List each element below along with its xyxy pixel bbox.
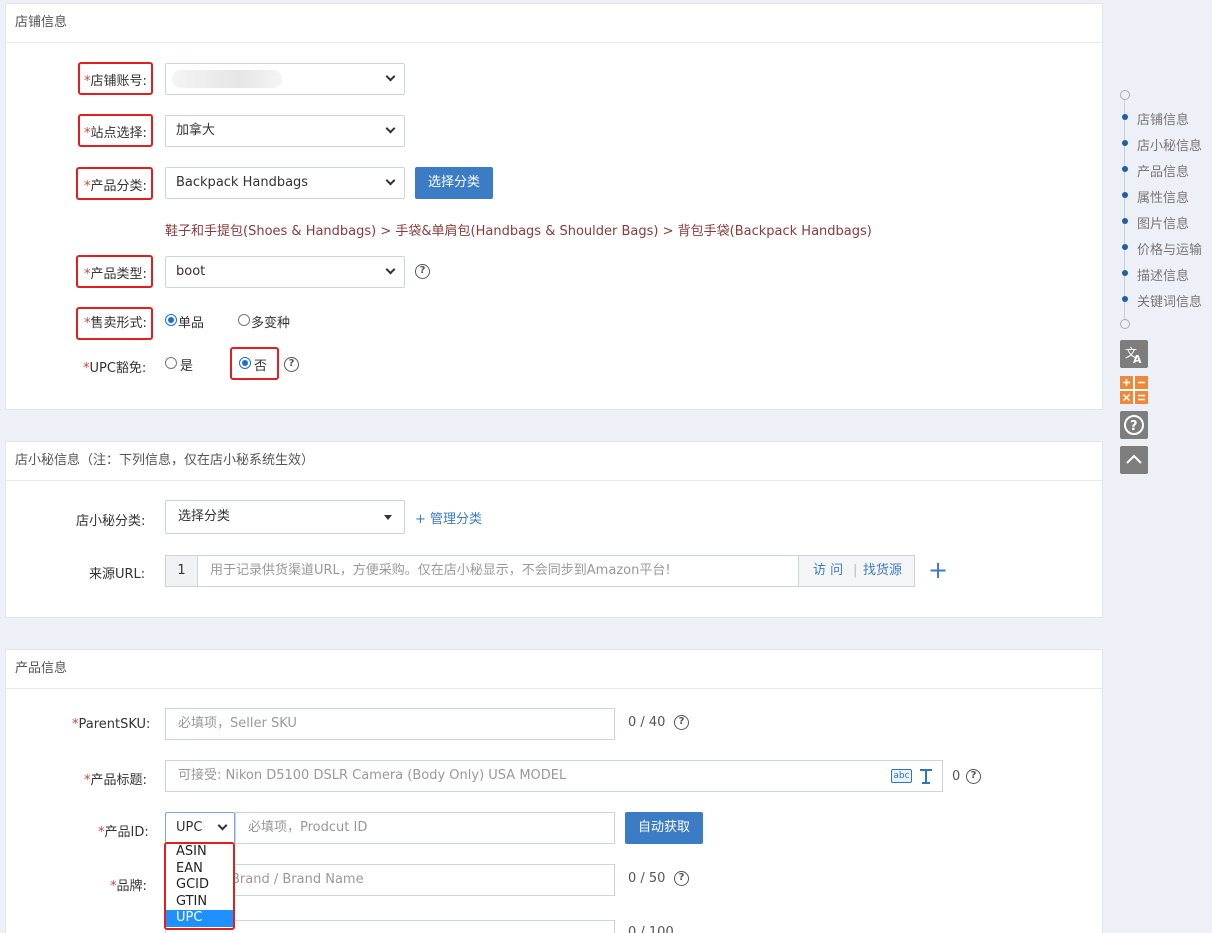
upc-exempt-yes-label[interactable]: 是 — [180, 355, 193, 374]
source-url-label: 来源URL: — [89, 567, 146, 582]
next-field-counter: 0 / 100 — [628, 925, 674, 933]
site-value: 加拿大 — [176, 123, 216, 138]
nav-dot — [1122, 192, 1128, 198]
chevron-down-icon — [385, 123, 396, 134]
nav-dot — [1122, 114, 1128, 120]
source-url-group: 1 用于记录供货渠道URL，方便采购。仅在店小秘显示，不会同步到Amazon平台… — [165, 555, 915, 587]
nav-item-label: 关键词信息 — [1137, 295, 1203, 310]
nav-dot — [1122, 166, 1128, 172]
nav-item-label: 产品信息 — [1137, 165, 1190, 180]
product-info-title: 产品信息 — [6, 650, 1102, 689]
nav-dot — [1122, 296, 1128, 302]
source-url-index: 1 — [166, 556, 198, 586]
svg-text:A: A — [1133, 353, 1142, 366]
manage-category-link[interactable]: + 管理分类 — [415, 508, 482, 527]
product-type-select[interactable]: boot — [165, 256, 405, 288]
find-source-link[interactable]: 找货源 — [863, 556, 902, 586]
nav-item-label: 属性信息 — [1137, 191, 1190, 206]
product-id-type-value: UPC — [176, 820, 203, 835]
nav-dot — [1122, 244, 1128, 250]
parent-sku-label: *ParentSKU: — [72, 717, 151, 732]
parent-sku-counter: 0 / 40 — [628, 715, 666, 730]
brand-counter: 0 / 50 — [628, 871, 666, 886]
brand-label: *品牌: — [110, 879, 147, 894]
nav-dot — [1122, 218, 1128, 224]
help-circle-icon[interactable]: ? — [1120, 411, 1148, 439]
nav-item-label: 店小秘信息 — [1137, 139, 1203, 154]
nav-item-label: 店铺信息 — [1137, 113, 1190, 128]
chevron-down-icon — [217, 820, 228, 831]
nav-track — [1124, 100, 1125, 320]
parent-sku-input[interactable]: 必填项，Seller SKU — [165, 708, 615, 740]
text-size-icon[interactable] — [919, 767, 933, 785]
help-icon[interactable]: ? — [674, 715, 689, 730]
chevron-down-icon — [385, 175, 396, 186]
source-url-actions: 访 问 | 找货源 — [798, 556, 914, 586]
help-icon[interactable]: ? — [284, 357, 299, 372]
product-id-label: *产品ID: — [98, 825, 149, 840]
chevron-down-icon — [385, 264, 396, 275]
sale-form-variant-label[interactable]: 多变种 — [251, 312, 290, 331]
spellcheck-icon[interactable]: abc — [891, 769, 912, 783]
nav-bottom-circle — [1120, 319, 1130, 329]
translate-icon[interactable]: 文A — [1120, 340, 1148, 368]
category-breadcrumb: 鞋子和手提包(Shoes & Handbags) > 手袋&单肩包(Handba… — [165, 224, 872, 239]
source-url-input[interactable]: 用于记录供货渠道URL，方便采购。仅在店小秘显示，不会同步到Amazon平台! — [210, 556, 671, 586]
product-title-label: *产品标题: — [84, 773, 147, 788]
product-title-counter: 0 — [952, 769, 961, 784]
auto-fetch-button[interactable]: 自动获取 — [625, 812, 703, 844]
upc-exempt-label: *UPC豁免: — [83, 361, 147, 376]
help-icon[interactable]: ? — [966, 769, 981, 784]
caret-down-icon — [384, 515, 392, 520]
back-to-top-icon[interactable] — [1120, 446, 1148, 474]
nav-top-circle — [1120, 90, 1130, 100]
sale-form-single-radio[interactable] — [165, 314, 177, 326]
sale-form-single-label[interactable]: 单品 — [178, 312, 204, 331]
category-value: Backpack Handbags — [176, 175, 309, 190]
site-label: *站点选择: — [84, 126, 147, 141]
nav-item-label: 图片信息 — [1137, 217, 1190, 232]
dxm-category-select[interactable]: 选择分类 — [165, 500, 405, 534]
nav-dot — [1122, 140, 1128, 146]
nav-dot — [1122, 270, 1128, 276]
sale-form-label: *售卖形式: — [84, 316, 147, 331]
dxm-info-title: 店小秘信息（注：下列信息，仅在店小秘系统生效） — [6, 442, 1102, 481]
upc-exempt-yes-radio[interactable] — [165, 357, 177, 369]
category-label: *产品分类: — [84, 179, 147, 194]
help-icon[interactable]: ? — [674, 871, 689, 886]
store-account-blurred-value — [172, 70, 282, 88]
visit-link[interactable]: 访 问 — [813, 556, 843, 586]
store-account-select[interactable] — [165, 63, 405, 95]
store-info-title: 店铺信息 — [6, 4, 1102, 43]
svg-text:?: ? — [1130, 419, 1138, 434]
chevron-down-icon — [385, 71, 396, 82]
product-title-input[interactable]: 可接受: Nikon D5100 DSLR Camera (Body Only)… — [165, 760, 943, 792]
dxm-category-placeholder: 选择分类 — [178, 509, 231, 524]
brand-placeholder: Brand / Brand Name — [231, 872, 364, 887]
choose-category-button[interactable]: 选择分类 — [415, 167, 493, 199]
product-type-value: boot — [176, 264, 206, 279]
sale-form-variant-radio[interactable] — [238, 314, 250, 326]
id-type-dropdown-highlight — [164, 842, 235, 930]
store-account-label: *店铺账号: — [84, 74, 147, 89]
upc-exempt-no-radio[interactable] — [239, 357, 251, 369]
site-select[interactable]: 加拿大 — [165, 115, 405, 147]
product-id-type-select[interactable]: UPC — [165, 812, 235, 844]
help-icon[interactable]: ? — [415, 264, 430, 279]
add-url-icon[interactable]: + — [928, 557, 948, 583]
dxm-category-label: 店小秘分类: — [76, 514, 146, 529]
product-title-placeholder: 可接受: Nikon D5100 DSLR Camera (Body Only)… — [178, 768, 567, 783]
calculator-icon[interactable] — [1120, 376, 1148, 404]
upc-exempt-no-label[interactable]: 否 — [254, 355, 267, 374]
nav-item-label: 价格与运输 — [1137, 243, 1203, 258]
product-type-label: *产品类型: — [84, 267, 147, 282]
nav-item-label: 描述信息 — [1137, 269, 1190, 284]
product-id-input[interactable]: 必填项，Prodcut ID — [235, 812, 615, 844]
category-select[interactable]: Backpack Handbags — [165, 167, 405, 199]
action-divider: | — [853, 563, 858, 578]
